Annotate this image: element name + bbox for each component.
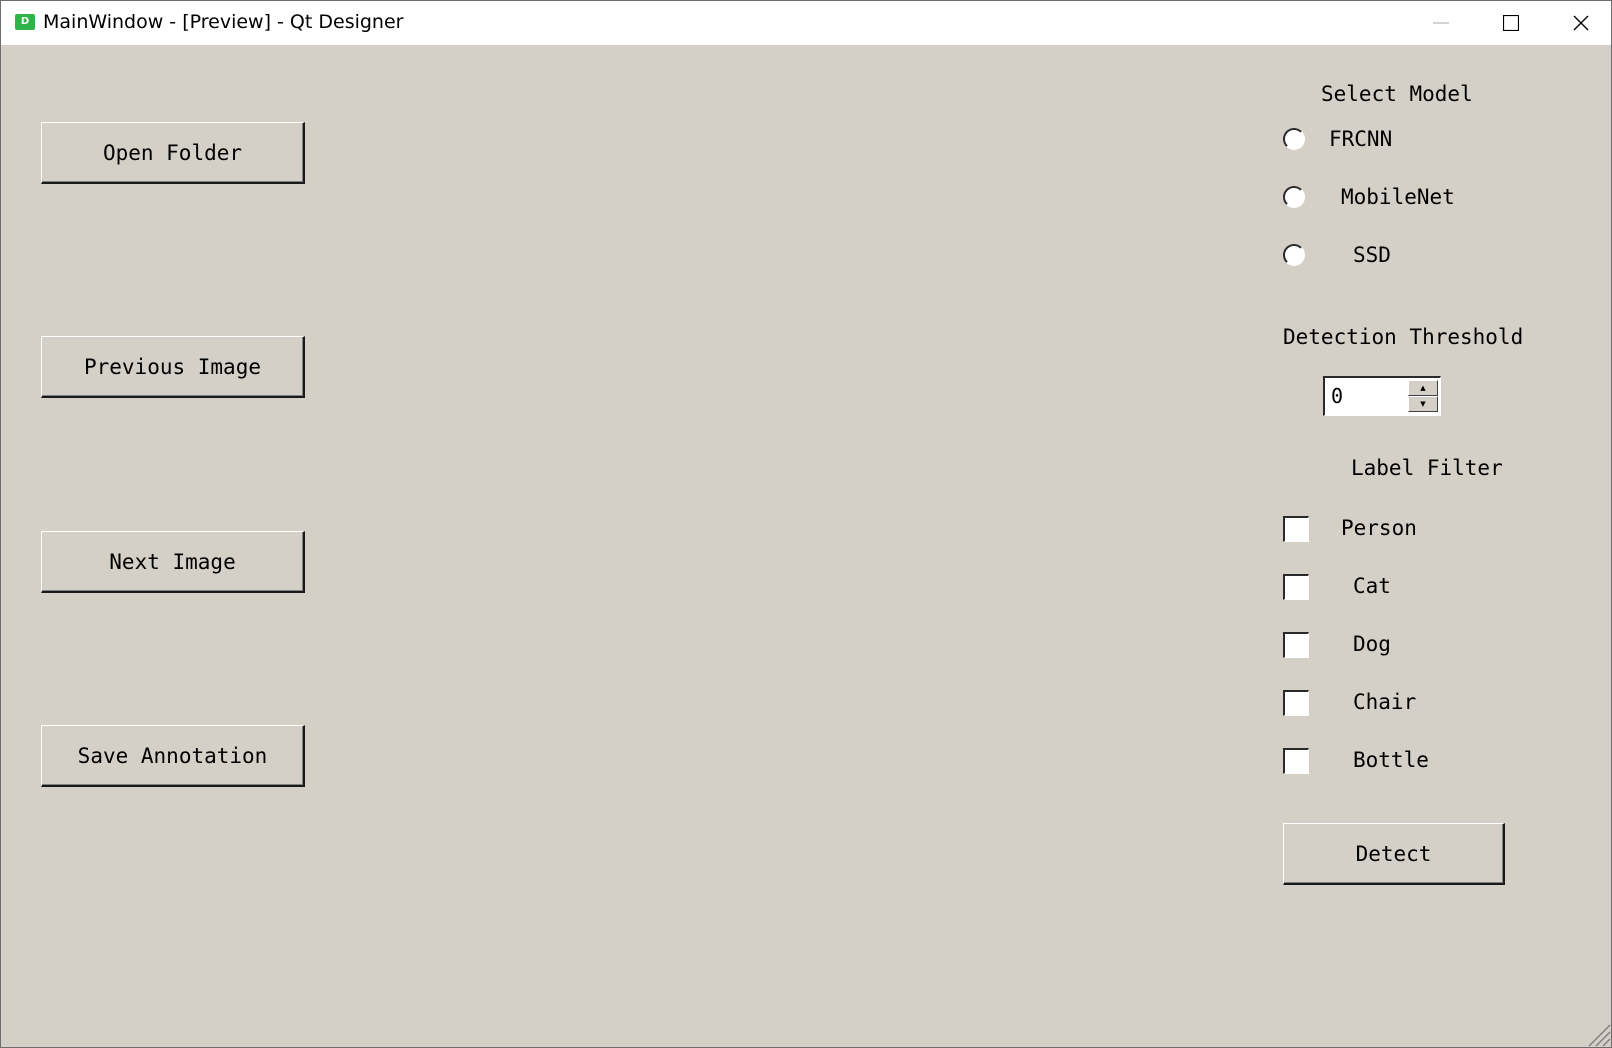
previous-image-button[interactable]: Previous Image <box>41 336 305 398</box>
detect-button[interactable]: Detect <box>1283 823 1505 885</box>
radio-frcnn[interactable] <box>1283 128 1305 150</box>
radio-frcnn-label[interactable]: FRCNN <box>1329 127 1392 151</box>
checkbox-dog-label[interactable]: Dog <box>1353 632 1391 656</box>
save-annotation-label: Save Annotation <box>77 743 268 768</box>
window-title: MainWindow - [Preview] - Qt Designer <box>43 11 404 33</box>
select-model-heading: Select Model <box>1321 82 1473 106</box>
maximize-button[interactable] <box>1476 1 1546 45</box>
next-image-button[interactable]: Next Image <box>41 531 305 593</box>
save-annotation-button[interactable]: Save Annotation <box>41 725 305 787</box>
minimize-button[interactable] <box>1406 1 1476 45</box>
threshold-spinbox[interactable]: 0 ▲ ▼ <box>1323 376 1441 416</box>
maximize-icon <box>1503 15 1519 31</box>
radio-mobilenet[interactable] <box>1283 186 1305 208</box>
qt-designer-app-icon: D <box>15 14 35 30</box>
client-area: Open Folder Previous Image Next Image Sa… <box>1 45 1611 1047</box>
checkbox-cat-label[interactable]: Cat <box>1353 574 1391 598</box>
radio-mobilenet-label[interactable]: MobileNet <box>1341 185 1455 209</box>
open-folder-label: Open Folder <box>102 140 243 165</box>
spin-down-arrow-icon[interactable]: ▼ <box>1408 396 1438 412</box>
detect-label: Detect <box>1355 841 1432 866</box>
detection-threshold-heading: Detection Threshold <box>1283 325 1524 349</box>
main-window: D MainWindow - [Preview] - Qt Designer O… <box>0 0 1612 1048</box>
label-filter-heading: Label Filter <box>1351 456 1503 480</box>
radio-ssd-label[interactable]: SSD <box>1353 243 1391 267</box>
threshold-value[interactable]: 0 <box>1331 384 1343 408</box>
checkbox-dog[interactable] <box>1283 632 1309 658</box>
checkbox-chair-label[interactable]: Chair <box>1353 690 1416 714</box>
checkbox-cat[interactable] <box>1283 574 1309 600</box>
checkbox-chair[interactable] <box>1283 690 1309 716</box>
resize-grip-icon[interactable] <box>1585 1021 1611 1047</box>
checkbox-bottle[interactable] <box>1283 748 1309 774</box>
next-image-label: Next Image <box>109 549 236 574</box>
radio-ssd[interactable] <box>1283 244 1305 266</box>
minimize-icon <box>1433 22 1449 24</box>
checkbox-person-label[interactable]: Person <box>1341 516 1417 540</box>
open-folder-button[interactable]: Open Folder <box>41 122 305 184</box>
close-icon <box>1573 15 1589 31</box>
checkbox-person[interactable] <box>1283 516 1309 542</box>
title-bar[interactable]: D MainWindow - [Preview] - Qt Designer <box>1 1 1611 45</box>
spin-up-arrow-icon[interactable]: ▲ <box>1408 380 1438 396</box>
previous-image-label: Previous Image <box>83 354 261 379</box>
close-button[interactable] <box>1546 1 1611 45</box>
checkbox-bottle-label[interactable]: Bottle <box>1353 748 1429 772</box>
